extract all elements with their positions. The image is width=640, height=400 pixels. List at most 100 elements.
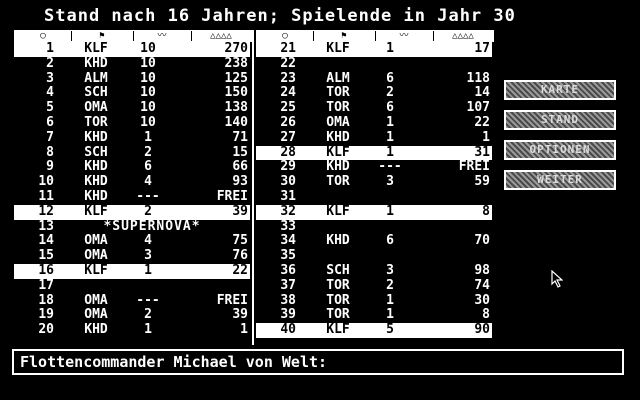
planet-number: 39 bbox=[280, 307, 296, 323]
planet-number: 14 bbox=[38, 233, 54, 249]
planet-row: 4 SCH 10 150 bbox=[14, 86, 250, 101]
planet-number: 24 bbox=[280, 85, 296, 101]
planet-row: 33 bbox=[256, 219, 492, 235]
planet-ships: 2 bbox=[144, 144, 152, 160]
planet-production: 70 bbox=[474, 233, 490, 249]
planet-production: 17 bbox=[474, 41, 490, 56]
planet-row: 30 TOR 3 59 bbox=[256, 174, 492, 190]
weiter-button[interactable]: WEITER bbox=[504, 170, 616, 190]
command-input[interactable]: Flottencommander Michael von Welt: bbox=[12, 349, 624, 375]
planet-owner: SCH bbox=[84, 85, 108, 101]
planet-number: 27 bbox=[280, 129, 296, 145]
planet-row: 12 KLF 2 39 bbox=[14, 204, 250, 220]
planet-owner: KHD bbox=[84, 174, 108, 190]
planet-number: 36 bbox=[280, 262, 296, 278]
wave-icon: 〰 bbox=[375, 31, 434, 41]
planet-row: 3 ALM 10 125 bbox=[14, 70, 250, 87]
stand-button[interactable]: STAND bbox=[504, 110, 616, 130]
planet-row: 17 bbox=[14, 277, 250, 294]
planet-event: *SUPERNOVA* bbox=[103, 218, 201, 234]
planet-owner: KHD bbox=[84, 322, 108, 338]
planet-ships: 4 bbox=[144, 233, 152, 249]
flag-icon: ⚑ bbox=[71, 31, 134, 41]
planet-ships: 1 bbox=[386, 292, 394, 308]
planet-ships: 1 bbox=[386, 307, 394, 323]
planet-ships: 1 bbox=[144, 262, 152, 278]
planet-ships: 10 bbox=[140, 85, 156, 101]
planet-owner: TOR bbox=[326, 277, 350, 293]
karte-button[interactable]: KARTE bbox=[504, 80, 616, 100]
planet-production: 22 bbox=[232, 262, 248, 278]
planet-owner: KHD bbox=[84, 159, 108, 175]
planet-owner: SCH bbox=[326, 262, 350, 278]
planet-ships: 1 bbox=[144, 322, 152, 338]
planet-row: 7 KHD 1 71 bbox=[14, 129, 250, 146]
planet-number: 38 bbox=[280, 292, 296, 308]
planet-ships: 1 bbox=[144, 129, 152, 145]
planet-number: 37 bbox=[280, 277, 296, 293]
planet-ships: 1 bbox=[386, 129, 394, 145]
planet-table-right: 21 KLF 1 17 22 23 ALM 6 118 24 TOR 2 14 25 TOR 6 107 26 OM… bbox=[256, 41, 492, 338]
planet-number: 22 bbox=[280, 55, 296, 71]
planet-production: 1 bbox=[482, 129, 490, 145]
planet-row: 39 TOR 1 8 bbox=[256, 308, 492, 323]
planet-production: 150 bbox=[224, 85, 248, 101]
planet-production: 90 bbox=[474, 322, 490, 338]
planet-production: 8 bbox=[482, 307, 490, 323]
planet-number: 31 bbox=[280, 188, 296, 204]
planet-production: 98 bbox=[474, 262, 490, 278]
planet-production: 93 bbox=[232, 174, 248, 190]
planet-number: 1 bbox=[46, 41, 54, 56]
planet-number: 8 bbox=[46, 144, 54, 160]
planet-row: 22 bbox=[256, 55, 492, 72]
planet-row: 40 KLF 5 90 bbox=[256, 322, 492, 338]
planet-owner: KHD bbox=[84, 55, 108, 71]
planet-number: 40 bbox=[280, 322, 296, 338]
planet-owner: OMA bbox=[84, 233, 108, 249]
planet-number: 9 bbox=[46, 159, 54, 175]
planet-ships: --- bbox=[136, 292, 160, 308]
planet-production: 107 bbox=[466, 100, 490, 116]
planet-owner: KLF bbox=[84, 262, 108, 278]
planet-owner: KLF bbox=[326, 144, 350, 160]
planet-number: 23 bbox=[280, 70, 296, 86]
planet-production: FREI bbox=[458, 159, 490, 175]
triangles-icon: △△△△ bbox=[210, 31, 232, 41]
planet-number: 30 bbox=[280, 174, 296, 190]
planet-owner: OMA bbox=[84, 248, 108, 264]
planet-number: 3 bbox=[46, 70, 54, 86]
planet-ships: 6 bbox=[386, 100, 394, 116]
planet-owner: KHD bbox=[326, 129, 350, 145]
planet-owner: OMA bbox=[84, 292, 108, 308]
planet-number: 11 bbox=[38, 188, 54, 204]
planet-ships: --- bbox=[136, 188, 160, 204]
planet-owner: OMA bbox=[326, 114, 350, 130]
planet-number: 20 bbox=[38, 322, 54, 338]
planet-production: 75 bbox=[232, 233, 248, 249]
planet-row: 18 OMA --- FREI bbox=[14, 292, 250, 309]
planet-ships: 10 bbox=[140, 41, 156, 56]
game-screen: Stand nach 16 Jahren; Spielende in Jahr … bbox=[0, 0, 640, 400]
planet-ships: 6 bbox=[386, 233, 394, 249]
planet-production: 14 bbox=[474, 85, 490, 101]
planet-ships: --- bbox=[378, 159, 402, 175]
planet-row: 36 SCH 3 98 bbox=[256, 262, 492, 279]
planet-production: 71 bbox=[232, 129, 248, 145]
planet-production: FREI bbox=[216, 188, 248, 204]
planet-ships: 3 bbox=[386, 174, 394, 190]
mouse-cursor-icon bbox=[551, 270, 563, 288]
planet-ships: 1 bbox=[386, 144, 394, 160]
planet-ships: 3 bbox=[386, 262, 394, 278]
planet-row: 21 KLF 1 17 bbox=[256, 41, 492, 57]
planet-row: 29 KHD --- FREI bbox=[256, 160, 492, 175]
flag-icon: ⚑ bbox=[313, 31, 376, 41]
planet-ships: 10 bbox=[140, 70, 156, 86]
optionen-button[interactable]: OPTIONEN bbox=[504, 140, 616, 160]
planet-production: 66 bbox=[232, 159, 248, 175]
planet-ships: 10 bbox=[140, 55, 156, 71]
circle-icon: ◯ bbox=[15, 31, 72, 41]
planet-row: 27 KHD 1 1 bbox=[256, 129, 492, 146]
planet-number: 17 bbox=[38, 277, 54, 293]
planet-owner: KHD bbox=[326, 233, 350, 249]
circle-icon: ◯ bbox=[257, 31, 314, 41]
